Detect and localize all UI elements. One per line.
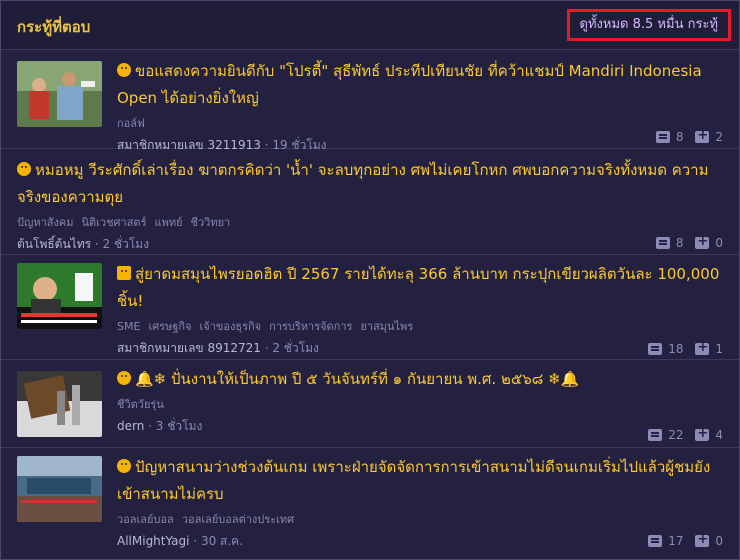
topic-meta: dern · 3 ชั่วโมง — [117, 417, 723, 436]
vote-icon[interactable] — [695, 426, 710, 441]
comment-count: 22 — [668, 428, 684, 442]
vote-count: 1 — [715, 342, 723, 356]
comment-icon — [648, 535, 663, 547]
comment-count: 17 — [668, 534, 684, 548]
vote-icon[interactable] — [695, 234, 710, 249]
tag[interactable]: การบริหารจัดการ — [269, 320, 352, 333]
topic-item[interactable]: หมอหมู วีระศักดิ์เล่าเรื่อง ฆาตกรคิดว่า … — [1, 149, 739, 255]
tag[interactable]: แพทย์ — [154, 216, 182, 229]
topic-stats: 8 0 — [648, 234, 723, 250]
vote-icon[interactable] — [695, 128, 710, 143]
tag[interactable]: SME — [117, 320, 140, 333]
topic-meta: AllMightYagi · 30 ส.ค. — [117, 532, 723, 551]
vote-count: 0 — [715, 236, 723, 250]
topic-tags: SME เศรษฐกิจ เจ้าของธุรกิจ การบริหารจัดการ ย… — [117, 317, 723, 335]
author-link[interactable]: AllMightYagi — [117, 534, 189, 548]
topic-tags: ปัญหาสังคม นิติเวชศาสตร์ แพทย์ ชีววิทยา — [17, 213, 723, 231]
tag[interactable]: นิติเวชศาสตร์ — [81, 216, 146, 229]
comment-count: 8 — [675, 236, 684, 250]
topic-tags: กอล์ฟ — [117, 114, 723, 132]
tag[interactable]: ปัญหาสังคม — [17, 216, 73, 229]
tag[interactable]: ยาสมุนไพร — [360, 320, 413, 333]
author-link[interactable]: สมาชิกหมายเลข 8912721 — [117, 341, 261, 355]
view-all-link[interactable]: ดูทั้งหมด 8.5 หมื่น กระทู้ — [566, 9, 731, 41]
topic-tags: วอลเลย์บอล วอลเลย์บอลต่างประเทศ — [117, 510, 723, 528]
topic-item[interactable]: 🔔❄ ปั่นงานให้เป็นภาพ ปี ๕ วันจันทร์ที่ ๑… — [1, 360, 739, 448]
topic-title[interactable]: หมอหมู วีระศักดิ์เล่าเรื่อง ฆาตกรคิดว่า … — [17, 157, 723, 211]
post-time: · 30 ส.ค. — [193, 534, 244, 548]
topic-meta: ต้นโพธิ์ต้นไทร · 2 ชั่วโมง — [17, 235, 723, 254]
topic-title[interactable]: ปัญหาสนามว่างช่วงต้นเกม เพราะฝ่ายจัดจัดก… — [117, 454, 723, 508]
vote-count: 2 — [715, 130, 723, 144]
topic-thumbnail[interactable] — [17, 61, 102, 127]
comment-icon — [648, 429, 663, 441]
emoji-icon — [17, 162, 31, 176]
comment-icon — [655, 131, 670, 143]
comment-count: 18 — [668, 342, 684, 356]
topic-thumbnail[interactable] — [17, 456, 102, 522]
vote-count: 4 — [715, 428, 723, 442]
tag[interactable]: ชีววิทยา — [191, 216, 231, 229]
author-link[interactable]: dern — [117, 419, 144, 433]
topic-stats: 22 4 — [640, 426, 723, 442]
tag[interactable]: เศรษฐกิจ — [148, 320, 191, 333]
topic-item[interactable]: สู่ยาดมสมุนไพรยอดฮิต ปี 2567 รายได้ทะลุ … — [1, 255, 739, 360]
comment-icon — [648, 343, 663, 355]
topic-thumbnail[interactable] — [17, 263, 102, 329]
video-icon — [117, 266, 131, 280]
vote-count: 0 — [715, 534, 723, 548]
comment-icon — [655, 237, 670, 249]
comment-count: 8 — [675, 130, 684, 144]
author-link[interactable]: ต้นโพธิ์ต้นไทร — [17, 237, 91, 251]
topic-item[interactable]: ขอแสดงความยินดีกับ "โปรตี้" สุธีพัทธ์ ปร… — [1, 50, 739, 152]
post-time: · 3 ชั่วโมง — [148, 419, 203, 433]
tag[interactable]: วอลเลย์บอล — [117, 513, 174, 526]
vote-icon[interactable] — [695, 532, 710, 547]
topic-title[interactable]: ขอแสดงความยินดีกับ "โปรตี้" สุธีพัทธ์ ปร… — [117, 58, 723, 112]
tag[interactable]: เจ้าของธุรกิจ — [200, 320, 262, 333]
tag[interactable]: ชีวิตวัยรุ่น — [117, 398, 164, 411]
tag[interactable]: กอล์ฟ — [117, 117, 145, 130]
answered-topics-panel: กระทู้ที่ตอบ ดูทั้งหมด 8.5 หมื่น กระทู้ … — [0, 0, 740, 560]
topic-stats: 18 1 — [640, 340, 723, 356]
post-time: · 2 ชั่วโมง — [264, 341, 319, 355]
topic-thumbnail[interactable] — [17, 371, 102, 437]
emoji-icon — [117, 63, 131, 77]
tag[interactable]: วอลเลย์บอลต่างประเทศ — [182, 513, 294, 526]
topic-stats: 17 0 — [640, 532, 723, 548]
emoji-icon — [117, 459, 131, 473]
vote-icon[interactable] — [695, 340, 710, 355]
emoji-icon — [117, 371, 131, 385]
topic-tags: ชีวิตวัยรุ่น — [117, 395, 723, 413]
panel-header: กระทู้ที่ตอบ ดูทั้งหมด 8.5 หมื่น กระทู้ — [1, 1, 739, 50]
topic-title[interactable]: 🔔❄ ปั่นงานให้เป็นภาพ ปี ๕ วันจันทร์ที่ ๑… — [117, 366, 723, 393]
topic-meta: สมาชิกหมายเลข 8912721 · 2 ชั่วโมง — [117, 339, 723, 358]
post-time: · 2 ชั่วโมง — [94, 237, 150, 251]
panel-title: กระทู้ที่ตอบ — [17, 18, 91, 36]
topic-stats: 8 2 — [648, 128, 723, 144]
topic-item[interactable]: ปัญหาสนามว่างช่วงต้นเกม เพราะฝ่ายจัดจัดก… — [1, 448, 739, 548]
topic-title[interactable]: สู่ยาดมสมุนไพรยอดฮิต ปี 2567 รายได้ทะลุ … — [117, 261, 723, 315]
